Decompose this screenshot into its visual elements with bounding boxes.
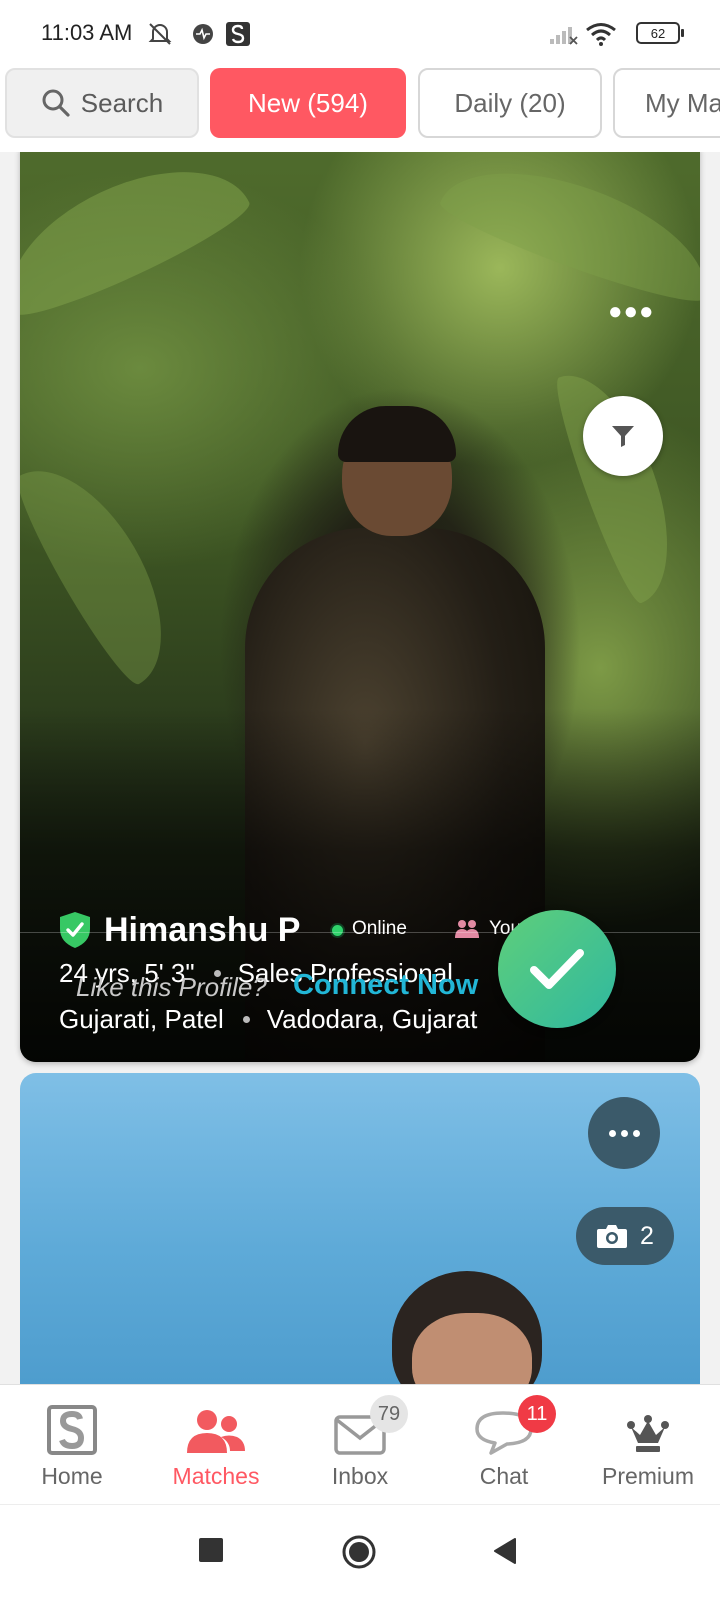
home-system-button[interactable] (340, 1533, 378, 1571)
battery-indicator: 62 (636, 22, 684, 44)
check-icon (530, 949, 584, 989)
tab-search-label: Search (80, 87, 164, 118)
nav-inbox[interactable]: 79 Inbox (288, 1385, 432, 1505)
search-icon (42, 89, 70, 117)
nav-matches-label: Matches (172, 1463, 260, 1489)
filter-icon (612, 426, 634, 447)
online-status-icon (330, 923, 345, 938)
tab-search[interactable]: Search (5, 68, 199, 138)
bottom-navigation: Home Matches 79 Inbox 11 Chat Premium (0, 1384, 720, 1504)
shield-check-icon (60, 912, 90, 948)
profile-name-row: Himanshu P (58, 908, 300, 952)
inbox-badge: 79 (370, 1395, 408, 1433)
more-options-button[interactable] (588, 1097, 660, 1169)
filter-button[interactable] (583, 396, 663, 476)
tab-my-matches-label: My Ma (645, 87, 720, 118)
square-icon (199, 1538, 223, 1562)
profile-community: Gujarati, Patel (59, 1004, 224, 1034)
card-more-icon[interactable]: ●●● (608, 298, 655, 326)
circle-home-icon (342, 1535, 376, 1569)
filter-tabs: Search New (594) Daily (20) My Ma (0, 66, 720, 152)
crown-icon (627, 1415, 669, 1452)
bell-off-icon (146, 20, 174, 48)
photo-count: 2 (640, 1221, 654, 1250)
home-s-icon (47, 1405, 97, 1455)
nav-home-label: Home (41, 1463, 103, 1489)
couple-icon (455, 920, 479, 938)
tab-new[interactable]: New (594) (210, 68, 406, 138)
status-bar: 11:03 AM 62 (0, 0, 720, 66)
back-triangle-icon (494, 1538, 516, 1564)
like-profile-prompt: Like this Profile? (76, 972, 267, 1002)
profile-location: Vadodara, Gujarat (266, 1004, 478, 1034)
tab-new-label: New (594) (248, 87, 368, 118)
connect-button[interactable] (498, 910, 616, 1028)
background-leaf (20, 152, 257, 329)
nav-chat[interactable]: 11 Chat (432, 1385, 576, 1505)
profile-photo-face (412, 1313, 532, 1384)
nav-inbox-label: Inbox (331, 1463, 389, 1489)
chat-badge: 11 (518, 1395, 556, 1433)
back-button[interactable] (492, 1537, 518, 1565)
profile-feed[interactable]: ●●● Himanshu P Online You & Him 24 yrs, … (0, 152, 720, 1384)
profile-photo-hair (338, 406, 456, 462)
nav-home[interactable]: Home (0, 1385, 144, 1505)
online-status-label: Online (352, 918, 407, 939)
wifi-icon (584, 20, 618, 48)
signal-icon (548, 20, 578, 48)
background-leaf (20, 444, 195, 692)
app-s-icon (225, 20, 251, 48)
recent-apps-button[interactable] (198, 1537, 224, 1563)
nav-premium[interactable]: Premium (576, 1385, 720, 1505)
tab-my-matches[interactable]: My Ma (613, 68, 720, 138)
activity-icon (190, 20, 216, 48)
camera-icon (597, 1225, 628, 1248)
nav-premium-label: Premium (601, 1463, 694, 1489)
nav-matches[interactable]: Matches (144, 1385, 288, 1505)
profile-card-next[interactable]: 2 (20, 1073, 700, 1384)
photo-count-badge[interactable]: 2 (576, 1207, 674, 1265)
matches-icon (187, 1410, 245, 1453)
system-navigation-bar (0, 1504, 720, 1600)
connect-now-link[interactable]: Connect Now (293, 969, 478, 1002)
profile-name[interactable]: Himanshu P (104, 911, 300, 950)
tab-daily-label: Daily (20) (454, 87, 566, 118)
background-leaf (434, 152, 700, 314)
status-time: 11:03 AM (41, 20, 133, 45)
nav-chat-label: Chat (479, 1463, 529, 1489)
tab-daily[interactable]: Daily (20) (418, 68, 602, 138)
profile-info-line-2: Gujarati, Patel Vadodara, Gujarat (59, 1004, 477, 1035)
